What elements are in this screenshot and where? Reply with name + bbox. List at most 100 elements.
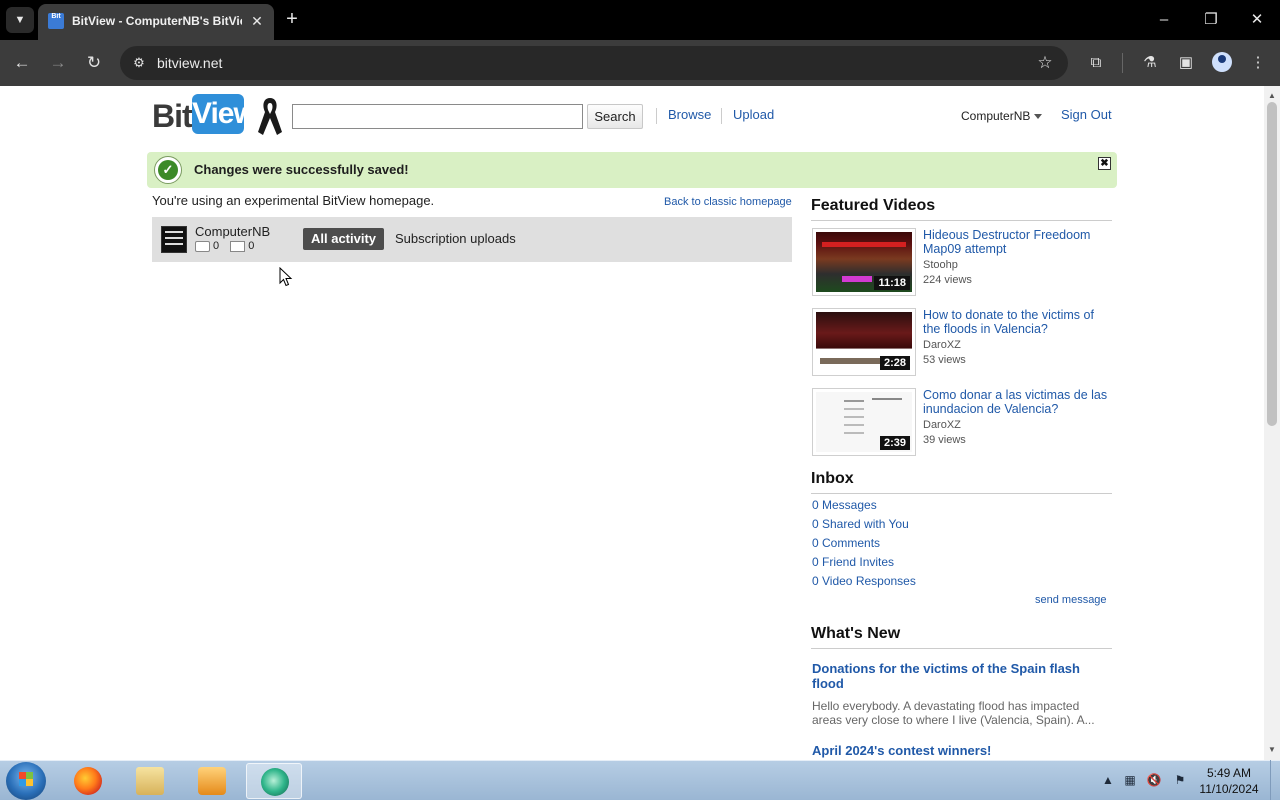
side-panel-icon[interactable]: ▣ — [1174, 51, 1198, 75]
news-post-excerpt: Hello everybody. A devastating flood has… — [812, 699, 1095, 727]
taskbar-media-player[interactable] — [184, 763, 240, 799]
video-title-link[interactable]: How to donate to the victims of the floo… — [923, 308, 1113, 336]
upload-link[interactable]: Upload — [733, 107, 774, 122]
success-banner: ✓ Changes were successfully saved! ✖ — [147, 152, 1117, 188]
network-icon[interactable]: ▦ — [1122, 772, 1138, 788]
tray-expand-icon[interactable]: ▲ — [1100, 772, 1116, 788]
featured-video-item[interactable]: 11:18 Hideous Destructor Freedoom Map09 … — [812, 228, 1112, 298]
close-banner-icon[interactable]: ✖ — [1098, 157, 1111, 170]
caret-down-icon — [1034, 114, 1043, 120]
star-icon[interactable]: ☆ — [1034, 52, 1056, 74]
arrow-right-icon[interactable]: → — [46, 51, 70, 75]
taskbar-clock[interactable]: 5:49 AM 11/10/2024 — [1196, 765, 1262, 797]
featured-video-item[interactable]: 2:28 How to donate to the victims of the… — [812, 308, 1112, 378]
video-title-link[interactable]: Como donar a las victimas de las inundac… — [923, 388, 1113, 416]
volume-muted-icon[interactable]: 🔇 — [1146, 772, 1162, 788]
scroll-thumb[interactable] — [1267, 102, 1277, 426]
header-divider — [656, 108, 657, 124]
activity-bar: ComputerNB 0 0 All activity Subscription… — [152, 217, 792, 262]
action-center-flag-icon[interactable]: ⚑ — [1172, 772, 1188, 788]
experimental-notice: You're using an experimental BitView hom… — [152, 193, 435, 208]
taskbar-explorer[interactable] — [122, 763, 178, 799]
minimize-icon[interactable]: – — [1149, 8, 1179, 32]
taskbar — [0, 760, 1280, 800]
activity-username[interactable]: ComputerNB — [195, 224, 270, 239]
tune-icon[interactable]: ⚙ — [130, 54, 148, 72]
close-icon[interactable]: ✕ — [248, 12, 266, 30]
kebab-menu-icon[interactable]: ⋮ — [1246, 51, 1270, 75]
page-scrollbar[interactable]: ▲ ▼ — [1264, 86, 1280, 760]
whats-new-heading: What's New — [811, 625, 901, 642]
address-bar[interactable]: ⚙ bitview.net ☆ — [120, 46, 1068, 80]
video-author-link[interactable]: Stoohp — [923, 259, 958, 271]
message-count: 0 — [248, 240, 255, 253]
bitview-logo[interactable]: Bit View — [152, 94, 257, 138]
logo-bit-text: Bit — [152, 98, 193, 134]
section-divider — [811, 493, 1112, 494]
avatar[interactable] — [161, 226, 187, 253]
puzzle-icon[interactable]: ⧉ — [1084, 51, 1108, 75]
video-thumbnail[interactable]: 11:18 — [812, 228, 916, 296]
inbox-friend-invites-link[interactable]: 0 Friend Invites — [812, 555, 894, 569]
featured-videos-heading: Featured Videos — [811, 197, 936, 214]
inbox-messages-link[interactable]: 0 Messages — [812, 498, 877, 512]
reload-icon[interactable]: ↻ — [82, 51, 106, 75]
folder-icon — [136, 767, 164, 795]
url-text[interactable]: bitview.net — [157, 55, 222, 71]
video-thumbnail[interactable]: 2:28 — [812, 308, 916, 376]
video-thumbnail[interactable]: 2:39 — [812, 388, 916, 456]
browser-tab[interactable]: Bit BitView - ComputerNB's BitView ✕ — [38, 4, 274, 40]
browse-link[interactable]: Browse — [668, 107, 711, 122]
media-player-icon — [198, 767, 226, 795]
taskbar-browser[interactable] — [246, 763, 302, 799]
toolbar-divider — [1122, 53, 1123, 73]
video-author-link[interactable]: DaroXZ — [923, 419, 961, 431]
search-input[interactable] — [292, 104, 583, 129]
section-divider — [811, 220, 1112, 221]
video-author-link[interactable]: DaroXZ — [923, 339, 961, 351]
screen: ▼ Bit BitView - ComputerNB's BitView ✕ +… — [0, 0, 1280, 800]
tab-subscription-uploads[interactable]: Subscription uploads — [395, 231, 516, 246]
windows-logo-icon — [19, 772, 33, 786]
banner-message: Changes were successfully saved! — [194, 162, 409, 177]
scroll-down-icon[interactable]: ▼ — [1264, 742, 1280, 758]
video-duration: 11:18 — [874, 276, 910, 290]
news-post-title-link[interactable]: April 2024's contest winners! — [812, 743, 1112, 758]
header-divider — [721, 108, 722, 124]
window-close-icon[interactable]: ✕ — [1242, 8, 1272, 32]
send-message-link[interactable]: send message — [1035, 594, 1107, 606]
user-menu[interactable]: ComputerNB — [961, 109, 1043, 123]
inbox-shared-link[interactable]: 0 Shared with You — [812, 517, 909, 531]
sign-out-link[interactable]: Sign Out — [1061, 107, 1112, 122]
tab-title: BitView - ComputerNB's BitView — [72, 14, 242, 28]
flask-icon[interactable]: ⚗ — [1138, 51, 1162, 75]
activity-stats: 0 0 — [195, 240, 262, 254]
tab-search-button[interactable]: ▼ — [6, 7, 34, 33]
check-circle-icon: ✓ — [154, 156, 182, 184]
video-duration: 2:28 — [879, 356, 910, 370]
browser-app-icon — [261, 768, 289, 796]
plus-icon[interactable]: + — [282, 8, 302, 30]
taskbar-firefox[interactable] — [60, 763, 116, 799]
inbox-video-responses-link[interactable]: 0 Video Responses — [812, 574, 916, 588]
clock-date: 11/10/2024 — [1199, 782, 1259, 796]
chevron-down-icon: ▼ — [14, 14, 26, 26]
firefox-icon — [74, 767, 102, 795]
bitview-favicon-icon: Bit — [48, 13, 64, 29]
video-views: 224 views — [923, 274, 972, 286]
classic-homepage-link[interactable]: Back to classic homepage — [664, 196, 792, 208]
page-viewport: Bit View Search Browse Upload ComputerNB… — [0, 86, 1280, 760]
start-button[interactable] — [6, 762, 46, 800]
video-views: 53 views — [923, 354, 966, 366]
inbox-comments-link[interactable]: 0 Comments — [812, 536, 880, 550]
news-post-title-link[interactable]: Donations for the victims of the Spain f… — [812, 661, 1112, 691]
arrow-left-icon[interactable]: ← — [10, 51, 34, 75]
tab-all-activity[interactable]: All activity — [303, 228, 384, 250]
search-button[interactable]: Search — [587, 104, 643, 129]
video-title-link[interactable]: Hideous Destructor Freedoom Map09 attemp… — [923, 228, 1113, 256]
section-divider — [811, 648, 1112, 649]
show-desktop-button[interactable] — [1270, 760, 1280, 800]
profile-icon[interactable] — [1212, 52, 1232, 72]
restore-icon[interactable]: ❐ — [1196, 8, 1226, 32]
featured-video-item[interactable]: 2:39 Como donar a las victimas de las in… — [812, 388, 1112, 458]
